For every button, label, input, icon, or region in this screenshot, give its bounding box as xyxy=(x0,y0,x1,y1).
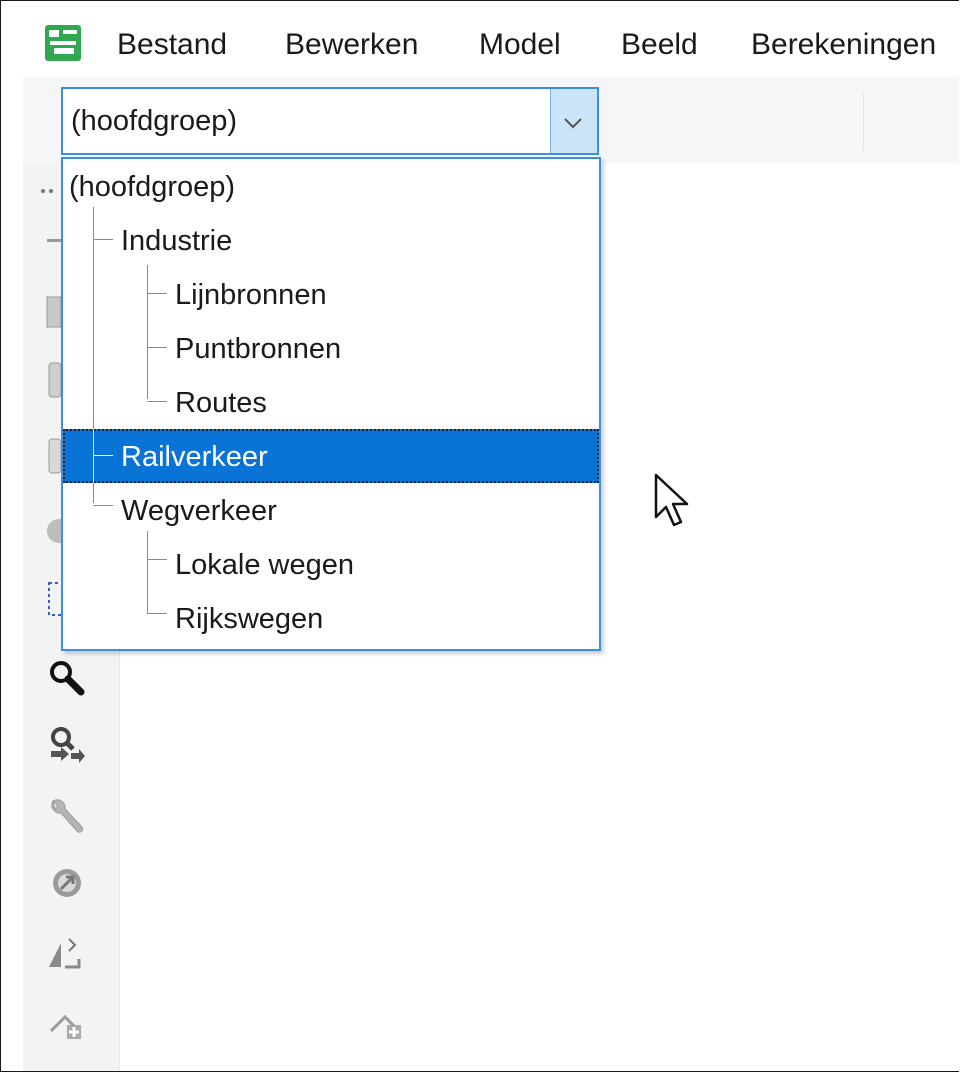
tree-item-hoofdgroep[interactable]: (hoofdgroep) xyxy=(63,159,599,213)
tree-item-label: Wegverkeer xyxy=(121,495,277,527)
globe-tool-icon[interactable] xyxy=(45,509,71,553)
group-tree-dropdown: (hoofdgroep) Industrie Lijnbronnen Puntb… xyxy=(61,157,601,651)
menu-item-bestand[interactable]: Bestand xyxy=(117,27,227,63)
circle-arrow-icon[interactable] xyxy=(45,863,89,907)
tree-item-railverkeer[interactable]: Railverkeer xyxy=(63,429,599,483)
add-point-icon[interactable] xyxy=(45,1001,89,1045)
tree-item-label: Railverkeer xyxy=(121,441,268,473)
tree-item-label: Routes xyxy=(175,387,267,419)
tree-item-lijnbronnen[interactable]: Lijnbronnen xyxy=(63,267,599,321)
tree-item-industrie[interactable]: Industrie xyxy=(63,213,599,267)
wrench-icon[interactable] xyxy=(45,795,89,839)
dropdown-toggle-button[interactable] xyxy=(550,89,597,153)
tree-item-label: Lokale wegen xyxy=(175,549,354,581)
menu-item-model[interactable]: Model xyxy=(479,27,561,63)
group-selector-value: (hoofdgroep) xyxy=(71,105,238,137)
group-selector-combobox[interactable]: (hoofdgroep) xyxy=(61,87,599,155)
tree-item-puntbronnen[interactable]: Puntbronnen xyxy=(63,321,599,375)
tree-line xyxy=(93,429,94,483)
zoom-pan-icon[interactable] xyxy=(45,723,89,767)
tree-item-routes[interactable]: Routes xyxy=(63,375,599,429)
menu-item-beeld[interactable]: Beeld xyxy=(621,27,698,63)
tree-item-label: Lijnbronnen xyxy=(175,279,327,311)
tree-item-label: Rijkswegen xyxy=(175,603,324,635)
tree-item-label: Industrie xyxy=(121,225,233,257)
zoom-icon[interactable] xyxy=(45,657,89,701)
menu-item-berekeningen[interactable]: Berekeningen xyxy=(751,27,936,63)
mouse-pointer-icon xyxy=(653,473,693,534)
chevron-down-icon xyxy=(564,118,582,129)
selection-tool-icon[interactable] xyxy=(45,577,64,621)
menu-item-bewerken[interactable]: Bewerken xyxy=(285,27,418,63)
pointer-tool-icon[interactable] xyxy=(45,227,61,271)
edit-line-icon[interactable] xyxy=(45,931,89,975)
tree-item-label: Puntbronnen xyxy=(175,333,342,365)
tree-line xyxy=(93,455,113,456)
dots-icon[interactable] xyxy=(39,177,59,221)
layer-tool-icon[interactable] xyxy=(45,291,62,335)
app-logo-icon xyxy=(45,25,81,61)
page-tool-icon[interactable] xyxy=(45,357,62,401)
tree-item-label: (hoofdgroep) xyxy=(69,171,236,203)
toolbar-separator xyxy=(863,93,864,151)
document-tool-icon[interactable] xyxy=(45,433,62,477)
tree-item-wegverkeer[interactable]: Wegverkeer xyxy=(63,483,599,537)
tree-item-rijkswegen[interactable]: Rijkswegen xyxy=(63,591,599,645)
tree-item-lokale-wegen[interactable]: Lokale wegen xyxy=(63,537,599,591)
application-window: Bestand Bewerken Model Beeld Berekeninge… xyxy=(0,0,959,1072)
